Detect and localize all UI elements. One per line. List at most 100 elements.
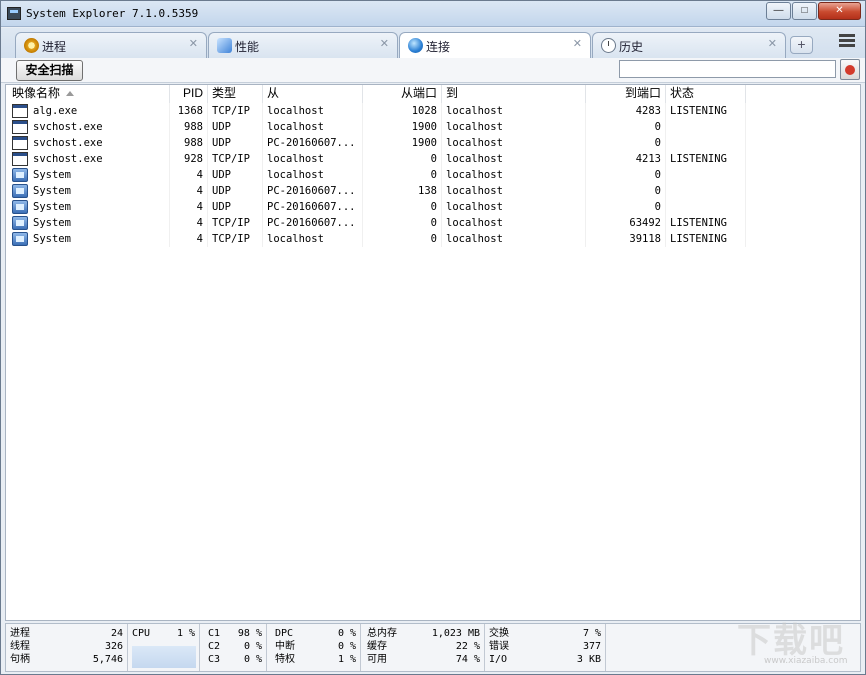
table-row[interactable]: svchost.exe 928 TCP/IP localhost 0 localhost 4…	[6, 151, 746, 167]
cell-state	[666, 135, 746, 151]
status-value: 3 KB	[576, 654, 601, 665]
status-interrupts: DPC 0 % 中断 0 % 特权 1 %	[271, 624, 361, 671]
column-header-to-port[interactable]: 到端口	[586, 85, 666, 103]
title-bar[interactable]: System Explorer 7.1.0.5359 — □ ✕	[1, 1, 865, 27]
cell-state	[666, 183, 746, 199]
add-tab-button[interactable]: +	[790, 36, 813, 54]
status-value: 74 %	[455, 654, 480, 665]
tab-connections[interactable]: 连接 ✕	[399, 32, 591, 59]
table-row[interactable]: System 4 TCP/IP PC-20160607... 0 localhost 634…	[6, 215, 746, 231]
cell-image: svchost.exe	[6, 135, 170, 151]
cell-pid: 928	[170, 151, 208, 167]
maximize-button[interactable]: □	[792, 2, 817, 20]
table-row[interactable]: alg.exe 1368 TCP/IP localhost 1028 localhost 4…	[6, 103, 746, 119]
cell-pid: 4	[170, 231, 208, 247]
search-input[interactable]	[619, 60, 836, 78]
clock-icon	[601, 38, 616, 53]
table-header: 映像名称 PID 类型 从 从端口 到 到端口 状态	[6, 85, 746, 103]
cell-to: localhost	[442, 199, 586, 215]
table-row[interactable]: System 4 UDP PC-20160607... 138 localhost 0	[6, 183, 746, 199]
status-value: 0 %	[337, 628, 356, 639]
cell-from: localhost	[263, 231, 363, 247]
status-label: 线程	[10, 641, 30, 652]
tab-history[interactable]: 历史 ✕	[592, 32, 786, 58]
window-title: System Explorer 7.1.0.5359	[26, 7, 199, 20]
close-icon[interactable]: ✕	[768, 37, 777, 50]
status-io: 交换 7 % 错误 377 I/O 3 KB	[485, 624, 606, 671]
close-icon[interactable]: ✕	[189, 37, 198, 50]
minimize-button[interactable]: —	[766, 2, 791, 20]
column-header-to[interactable]: 到	[442, 85, 586, 103]
cell-to: localhost	[442, 103, 586, 119]
status-value: 7 %	[582, 628, 601, 639]
table-row[interactable]: svchost.exe 988 UDP PC-20160607... 1900 local…	[6, 135, 746, 151]
table-row[interactable]: System 4 UDP PC-20160607... 0 localhost 0	[6, 199, 746, 215]
column-header-from-port[interactable]: 从端口	[363, 85, 442, 103]
column-header-image[interactable]: 映像名称	[6, 85, 170, 103]
status-value: 1,023 MB	[431, 628, 480, 639]
cell-to: localhost	[442, 135, 586, 151]
status-label: 总内存	[367, 628, 397, 639]
tab-bar: 进程 ✕ 性能 ✕ 连接 ✕ 历史 ✕ +	[1, 28, 865, 59]
cell-from-port: 1900	[363, 135, 442, 151]
table-row[interactable]: svchost.exe 988 UDP localhost 1900 localhost 0	[6, 119, 746, 135]
status-label: CPU	[132, 628, 151, 639]
cell-state: LISTENING	[666, 231, 746, 247]
table-row[interactable]: System 4 TCP/IP localhost 0 localhost 39118 LIS…	[6, 231, 746, 247]
status-value: 1 %	[176, 628, 195, 639]
close-button[interactable]: ✕	[818, 2, 861, 20]
cell-to-port: 39118	[586, 231, 666, 247]
cell-to: localhost	[442, 151, 586, 167]
tab-label: 性能	[235, 40, 260, 54]
column-header-state[interactable]: 状态	[666, 85, 746, 103]
cell-pid: 4	[170, 183, 208, 199]
app-icon	[7, 7, 21, 20]
cell-image: svchost.exe	[6, 151, 170, 167]
status-value: 1 %	[337, 654, 356, 665]
cell-from-port: 0	[363, 167, 442, 183]
sort-ascending-icon	[66, 91, 75, 96]
cell-to-port: 0	[586, 135, 666, 151]
status-label: 交换	[489, 628, 509, 639]
cell-pid: 988	[170, 119, 208, 135]
cell-pid: 4	[170, 215, 208, 231]
tab-label: 历史	[619, 40, 644, 54]
cell-state	[666, 167, 746, 183]
column-header-from[interactable]: 从	[263, 85, 363, 103]
cell-state: LISTENING	[666, 151, 746, 167]
cell-state	[666, 199, 746, 215]
close-icon[interactable]: ✕	[573, 37, 582, 50]
watermark-url: www.xiazaiba.com	[764, 656, 848, 666]
cell-to-port: 0	[586, 199, 666, 215]
cell-type: UDP	[208, 119, 263, 135]
cell-state: LISTENING	[666, 215, 746, 231]
menu-icon[interactable]	[839, 34, 855, 48]
status-label: C2	[208, 641, 221, 652]
tab-label: 进程	[42, 40, 67, 54]
column-header-type[interactable]: 类型	[208, 85, 263, 103]
status-label: 特权	[275, 654, 295, 665]
column-header-pid[interactable]: PID	[170, 85, 208, 103]
cell-type: UDP	[208, 199, 263, 215]
status-label: DPC	[275, 628, 294, 639]
search-options-button[interactable]	[840, 59, 860, 80]
cell-from: localhost	[263, 151, 363, 167]
close-icon[interactable]: ✕	[380, 37, 389, 50]
status-value: 5,746	[92, 654, 123, 665]
performance-icon	[217, 38, 232, 53]
tab-performance[interactable]: 性能 ✕	[208, 32, 398, 58]
cell-from-port: 0	[363, 199, 442, 215]
cell-type: UDP	[208, 167, 263, 183]
cell-from-port: 1028	[363, 103, 442, 119]
cell-pid: 4	[170, 199, 208, 215]
status-cores: C1 98 % C2 0 % C3 0 %	[204, 624, 267, 671]
security-scan-button[interactable]: 安全扫描	[16, 60, 83, 81]
cell-image: System	[6, 231, 170, 247]
cell-to-port: 4213	[586, 151, 666, 167]
cell-from: localhost	[263, 103, 363, 119]
status-value: 0 %	[337, 641, 356, 652]
cell-to: localhost	[442, 183, 586, 199]
status-value: 24	[110, 628, 123, 639]
table-row[interactable]: System 4 UDP localhost 0 localhost 0	[6, 167, 746, 183]
tab-processes[interactable]: 进程 ✕	[15, 32, 207, 58]
